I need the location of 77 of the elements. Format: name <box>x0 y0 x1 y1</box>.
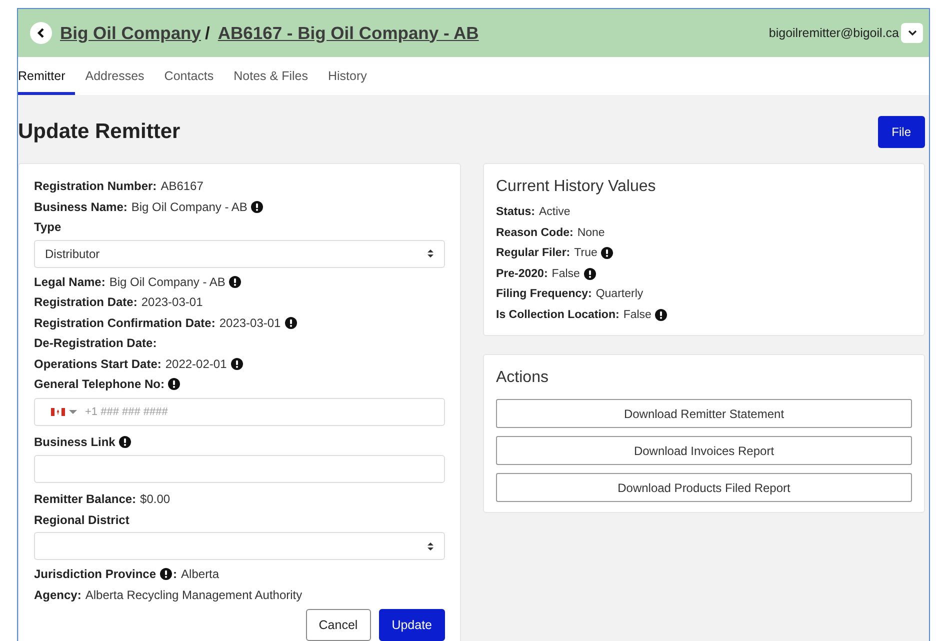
field-label: Registration Confirmation Date: <box>34 314 216 332</box>
field-label: Registration Number: <box>34 178 157 195</box>
field-value: Active <box>538 205 570 220</box>
field-label: Is Collection Location: <box>496 308 620 322</box>
field-label: Reason Code: <box>496 226 574 240</box>
chevron-left-icon <box>37 28 45 38</box>
select-field[interactable] <box>34 532 445 560</box>
select-value: Distributor <box>45 246 100 260</box>
field-label: Operations Start Date: <box>34 356 162 372</box>
info-icon <box>655 308 668 321</box>
tab[interactable]: Addresses <box>75 60 154 95</box>
breadcrumb-link[interactable]: AB6167 - Big Oil Company - AB <box>218 22 479 44</box>
info-icon <box>230 358 243 370</box>
select-field[interactable]: Distributor <box>34 240 445 268</box>
field-label: Type <box>34 219 62 236</box>
card-title: Current History Values <box>496 178 657 196</box>
page-title: Update Remitter <box>18 120 180 144</box>
phone-placeholder: +1 ### ### #### <box>85 406 168 418</box>
info-icon <box>251 200 264 213</box>
download-button[interactable]: Download Products Filed Report <box>496 473 912 502</box>
field-value: Big Oil Company - AB <box>109 274 226 290</box>
link-field[interactable] <box>34 455 445 483</box>
download-button[interactable]: Download Remitter Statement <box>496 399 912 428</box>
caret-icon <box>69 410 77 414</box>
chevron-down-icon <box>908 30 916 36</box>
field-value: $0.00 <box>140 491 170 508</box>
field-value: Alberta <box>181 566 220 583</box>
user-menu-button[interactable] <box>901 23 923 43</box>
field-value: 2023-03-01 <box>141 294 203 311</box>
info-icon <box>168 378 180 390</box>
field-value: True <box>574 246 598 261</box>
info-icon <box>584 268 596 280</box>
field-value: 2022-02-01 <box>165 356 227 372</box>
field-label: Regular Filer: <box>496 246 570 261</box>
flag-icon <box>51 408 65 416</box>
field-value: False <box>552 266 580 282</box>
field-value: None <box>577 226 605 240</box>
field-label: Remitter Balance: <box>34 491 136 508</box>
download-button[interactable]: Download Invoices Report <box>496 436 912 465</box>
info-icon <box>160 568 172 580</box>
info-icon <box>284 316 297 329</box>
card-title: Actions <box>496 369 550 387</box>
update-button[interactable]: Update <box>378 609 445 641</box>
tab[interactable]: History <box>318 60 377 95</box>
tab[interactable]: Notes & Files <box>224 60 318 95</box>
updown-icon <box>427 542 434 550</box>
field-label: Legal Name: <box>34 274 106 290</box>
breadcrumb-separator: / <box>204 22 210 44</box>
updown-icon <box>427 249 434 258</box>
field-label: Registration Date: <box>34 294 138 311</box>
tab[interactable]: Contacts <box>154 60 224 95</box>
info-icon <box>601 247 614 260</box>
field-label: Regional District <box>34 512 130 528</box>
field-value: Quarterly <box>596 287 644 302</box>
field-label: General Telephone No: <box>34 376 164 393</box>
field-value: Big Oil Company - AB <box>131 198 248 216</box>
back-button[interactable] <box>30 22 52 44</box>
field-value: 2023-03-01 <box>219 314 281 332</box>
cancel-button[interactable]: Cancel <box>306 609 371 641</box>
colon: : <box>173 566 178 583</box>
breadcrumb-link[interactable]: Big Oil Company <box>60 22 201 44</box>
field-label: Jurisdiction Province <box>34 566 156 583</box>
field-label: Business Name: <box>34 198 128 216</box>
field-value: False <box>623 308 652 322</box>
field-label: Filing Frequency: <box>496 287 592 302</box>
info-icon <box>229 276 242 288</box>
info-icon <box>119 436 132 448</box>
field-label: De-Registration Date: <box>34 335 157 352</box>
tab[interactable]: Remitter <box>18 60 76 95</box>
field-label: Business Link <box>34 434 116 450</box>
field-value: Alberta Recycling Management Authority <box>85 586 302 604</box>
field-label: Pre-2020: <box>496 266 548 282</box>
user-email: bigoilremitter@bigoil.ca <box>768 26 899 40</box>
field-label: Agency: <box>34 586 82 604</box>
file-button[interactable]: File <box>878 116 925 148</box>
field-label: Status: <box>496 205 535 220</box>
field-value: AB6167 <box>160 178 204 195</box>
